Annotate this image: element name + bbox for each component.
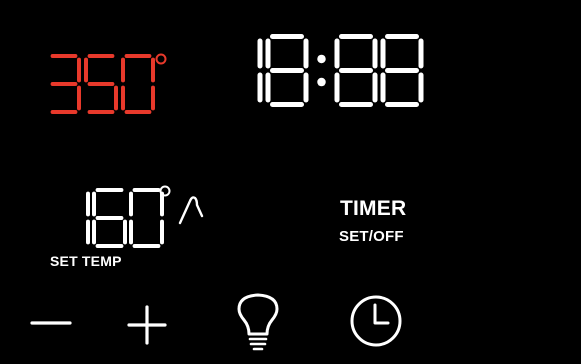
set-temperature-degree-icon (159, 185, 171, 197)
minus-icon (30, 321, 72, 325)
set-temp-label: SET TEMP (50, 253, 122, 269)
display-digit (50, 54, 81, 114)
oven-temperature-degree-icon (155, 53, 167, 65)
timer-label: TIMER (340, 197, 407, 220)
clock-icon (350, 295, 402, 347)
timer-set-off-label: SET/OFF (339, 228, 404, 245)
plus-icon (127, 305, 167, 345)
oven-temperature-display (49, 54, 160, 114)
seven-segment-digits (257, 34, 424, 107)
light-button[interactable] (236, 292, 280, 354)
display-digit (84, 54, 118, 114)
seven-segment-digits (86, 188, 164, 248)
oven-control-panel: SET TEMP TIMER SET/OFF (0, 0, 581, 364)
display-digit (380, 34, 424, 107)
display-digit (121, 54, 155, 114)
set-temperature-display (57, 188, 168, 248)
increase-button[interactable] (125, 303, 169, 347)
timer-button[interactable] (348, 293, 404, 349)
clock-display (222, 34, 429, 107)
display-digit (334, 34, 378, 107)
display-digit (129, 188, 164, 248)
display-digit (92, 188, 127, 248)
probe-icon (178, 196, 204, 225)
seven-segment-digits (50, 54, 155, 114)
decrease-button[interactable] (28, 308, 74, 338)
display-digit (265, 34, 309, 107)
lightbulb-icon (237, 293, 279, 351)
clock-colon (317, 54, 326, 87)
